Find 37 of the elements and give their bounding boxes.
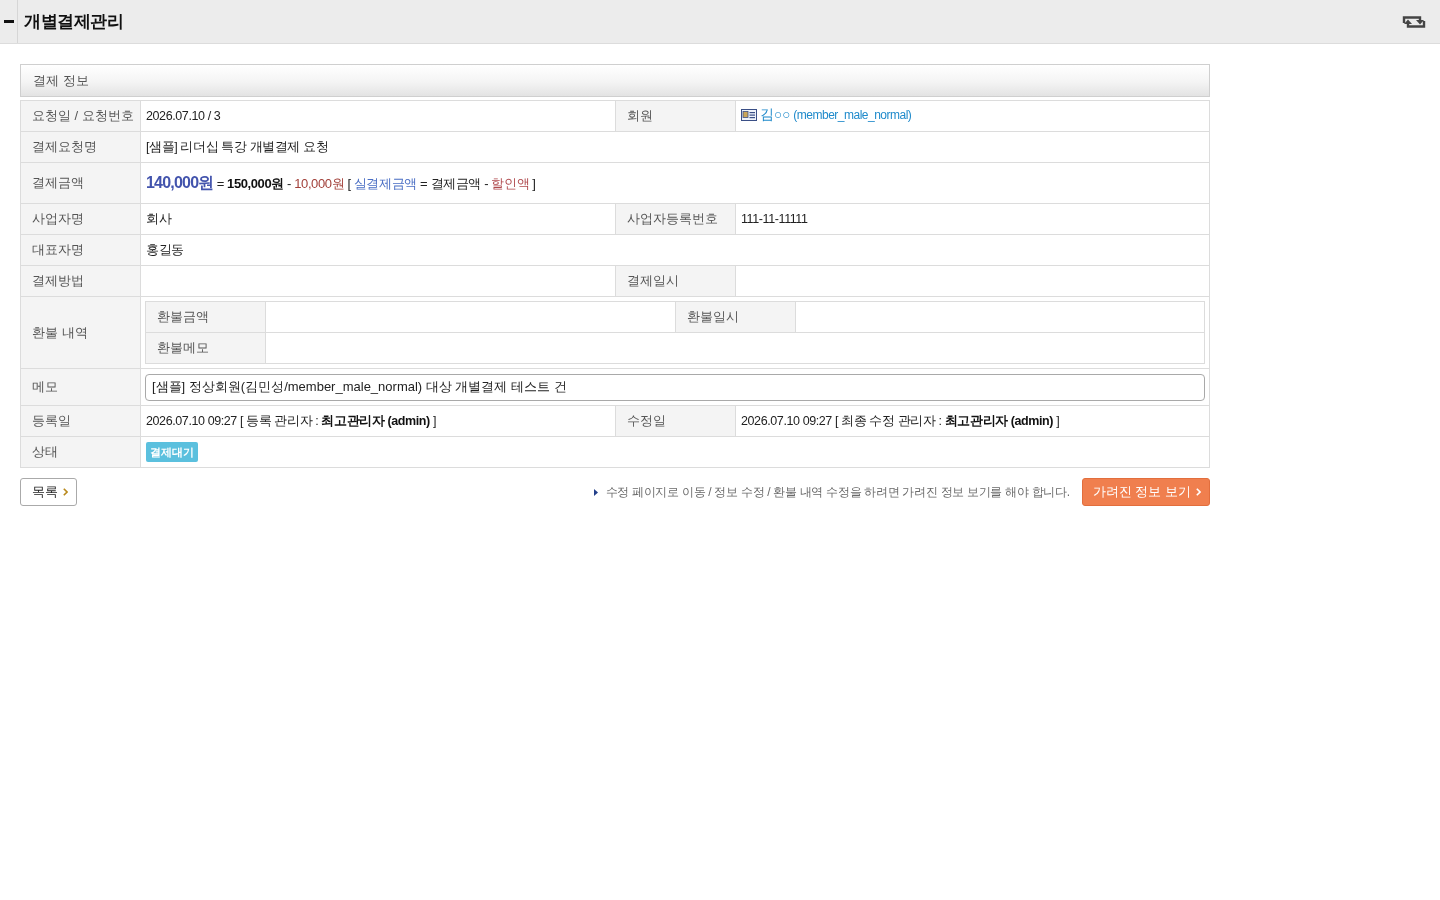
field-value: 홍길동 [146, 243, 184, 258]
field-label: 환불 내역 [32, 324, 88, 340]
field-value: [샘플] 리더십 특강 개별결제 요청 [146, 140, 329, 155]
field-label: 환불금액 [157, 309, 209, 325]
field-label: 상태 [32, 444, 58, 460]
field-value: 2026.07.10 09:27 [ 최종 수정 관리자 : 최고관리자 (admin) ] [741, 414, 1060, 429]
field-label: 사업자등록번호 [627, 211, 718, 227]
field-label: 결제요청명 [32, 139, 97, 155]
section-title: 결제 정보 [33, 71, 89, 90]
memo-field[interactable]: [샘플] 정상회원(김민성/member_male_normal) 대상 개별결제 테스트 건 [145, 373, 1205, 401]
field-label: 수정일 [627, 413, 666, 429]
field-label: 대표자명 [32, 242, 84, 258]
page-title: 개별결제관리 [23, 10, 123, 33]
field-label: 메모 [32, 379, 58, 395]
field-value: 111-11-11111 [741, 212, 808, 227]
caret-icon [1196, 488, 1201, 496]
caret-icon [63, 488, 68, 496]
field-label: 결제일시 [627, 273, 679, 289]
field-label: 사업자명 [32, 211, 84, 227]
triangle-icon [593, 488, 598, 496]
list-button[interactable]: 목록 [20, 478, 77, 506]
field-value: 2026.07.10 / 3 [146, 109, 221, 124]
field-value: 2026.07.10 09:27 [ 등록 관리자 : 최고관리자 (admin) ] [146, 414, 436, 429]
field-label: 결제방법 [32, 273, 84, 289]
refresh-icon[interactable] [1402, 13, 1426, 30]
minus-icon[interactable] [3, 20, 14, 23]
amount-formula: 140,000원 = 150,000원 - 10,000원 [ 실결제금액 = 결제금액 - 할인액 ] [146, 176, 536, 191]
id-card-icon [741, 109, 757, 122]
hint-text: 수정 페이지로 이동 / 정보 수정 / 환불 내역 수정을 하려면 가려진 정보 보기를 해야 합니다. [605, 484, 1070, 501]
field-label: 환불메모 [157, 340, 209, 356]
field-label: 등록일 [32, 413, 71, 429]
field-label: 결제금액 [32, 175, 84, 191]
field-value: 회사 [146, 212, 172, 227]
field-label: 회원 [627, 108, 653, 124]
field-label: 환불일시 [687, 309, 739, 325]
status-badge: 결제대기 [146, 442, 198, 462]
field-label: 요청일 / 요청번호 [32, 108, 134, 124]
